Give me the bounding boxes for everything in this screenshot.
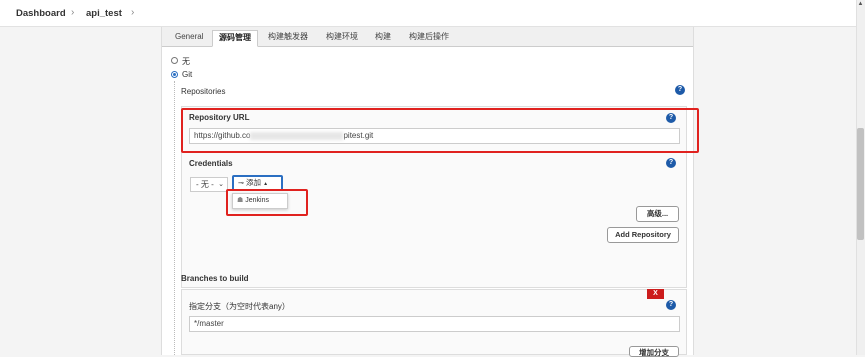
branch-help-icon[interactable]: ? [666, 300, 676, 310]
scm-none-radio[interactable] [171, 57, 178, 64]
repositories-help-icon[interactable]: ? [675, 85, 685, 95]
credentials-select-value: - 无 - [196, 180, 214, 189]
tab-general[interactable]: General [169, 30, 209, 47]
scrollbar-thumb[interactable] [857, 128, 864, 240]
breadcrumb-separator[interactable]: › [131, 7, 134, 18]
chevron-down-icon: ⌄ [218, 181, 224, 188]
breadcrumb-job[interactable]: api_test [86, 8, 122, 19]
credentials-select[interactable]: - 无 - ⌄ [190, 177, 228, 192]
url-highlight-box [181, 108, 699, 153]
tab-build-environment[interactable]: 构建环境 [320, 30, 364, 47]
key-icon: ⊸ [238, 180, 244, 187]
breadcrumb-separator: › [71, 7, 75, 18]
credentials-label: Credentials [189, 159, 233, 168]
add-credentials-label: 添加 [245, 178, 261, 187]
credentials-provider-menu: ☗ Jenkins [232, 193, 288, 209]
tab-build[interactable]: 构建 [369, 30, 397, 47]
breadcrumb-dashboard[interactable]: Dashboard [16, 8, 66, 19]
scm-git-radio[interactable] [171, 71, 178, 78]
tab-source-control[interactable]: 源码管理 [212, 30, 258, 47]
advanced-button[interactable]: 高级... [636, 206, 679, 222]
scm-none-label: 无 [182, 57, 190, 66]
branch-specifier-label: 指定分支（为空时代表any） [189, 302, 290, 311]
git-section-guide [174, 81, 175, 355]
config-tabbar: General 源码管理 构建触发器 构建环境 构建 构建后操作 [162, 27, 693, 47]
scroll-up-icon[interactable]: ▲ [856, 0, 865, 9]
config-panel: General 源码管理 构建触发器 构建环境 构建 构建后操作 无 Git R… [161, 27, 699, 357]
add-repository-button[interactable]: Add Repository [607, 227, 679, 243]
add-branch-button[interactable]: 增加分支 [629, 346, 679, 357]
jenkins-icon: ☗ [237, 197, 244, 204]
caret-up-icon: ▲ [263, 181, 269, 187]
delete-branch-button[interactable]: X [647, 289, 664, 299]
branches-heading: Branches to build [181, 274, 249, 283]
tab-build-triggers[interactable]: 构建触发器 [262, 30, 314, 47]
credentials-help-icon[interactable]: ? [666, 158, 676, 168]
breadcrumb: Dashboard › api_test › [0, 0, 856, 27]
tab-post-build[interactable]: 构建后操作 [403, 30, 455, 47]
branch-specifier-input[interactable]: */master [189, 316, 680, 332]
repositories-heading: Repositories [181, 87, 226, 96]
menu-item-jenkins[interactable]: Jenkins [245, 197, 269, 204]
scm-git-label: Git [182, 70, 193, 79]
